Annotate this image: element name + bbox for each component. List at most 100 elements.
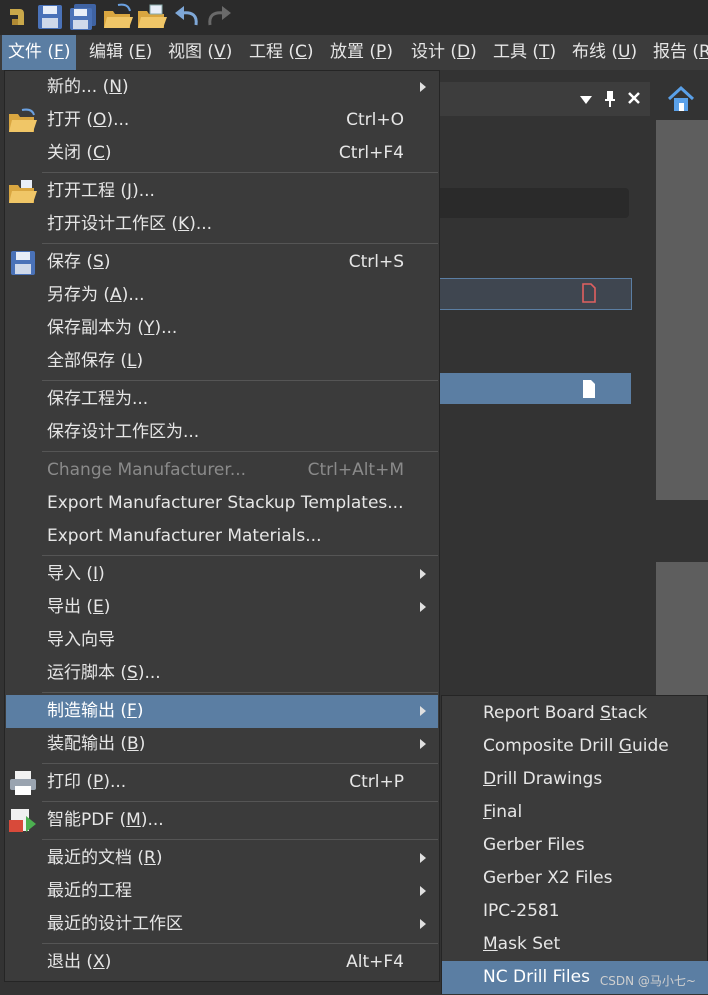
menu-item-label: 最近的工程: [47, 881, 132, 901]
fabrication-submenu-item-1[interactable]: Composite Drill Guide: [442, 730, 708, 763]
file-menu-item-l-8[interactable]: 全部保存 (L): [6, 345, 438, 378]
file-menu-item-f-18[interactable]: 制造输出 (F): [6, 695, 438, 728]
file-menu-item-a-6[interactable]: 另存为 (A)...: [6, 279, 438, 312]
file-menu-item-10[interactable]: 保存设计工作区为...: [6, 416, 438, 449]
close-icon[interactable]: [627, 91, 641, 105]
fabrication-submenu-item-5[interactable]: Gerber X2 Files: [442, 862, 708, 895]
file-menu-item-r-22[interactable]: 最近的文档 (R): [6, 842, 438, 875]
file-menu-item-k-4[interactable]: 打开设计工作区 (K)...: [6, 208, 438, 241]
file-menu-item-y-7[interactable]: 保存副本为 (Y)...: [6, 312, 438, 345]
file-menu-item-9[interactable]: 保存工程为...: [6, 383, 438, 416]
menu-item-shortcut: Ctrl+P: [349, 772, 404, 792]
menu-route[interactable]: 布线 (U): [566, 35, 643, 70]
menu-item-label: Change Manufacturer...: [47, 460, 247, 480]
menu-separator: [42, 243, 438, 244]
file-menu-item-o-1[interactable]: 打开 (O)... Ctrl+O: [6, 104, 438, 137]
submenu-arrow-icon: [420, 886, 426, 896]
right-panel-top: [656, 120, 708, 500]
submenu-item-label: IPC-2581: [483, 901, 560, 921]
menu-item-label: 新的... (N): [47, 77, 129, 97]
menu-item-label: 导入向导: [47, 630, 115, 650]
menu-item-label: 保存 (S): [47, 252, 111, 272]
submenu-item-label: Mask Set: [483, 934, 561, 954]
app-logo-icon[interactable]: [6, 3, 28, 31]
watermark: CSDN @马小七~: [599, 974, 696, 988]
menu-item-label: 最近的文档 (R): [47, 848, 163, 868]
fabrication-outputs-submenu: Report Board Stack Composite Drill Guide D…: [441, 695, 708, 994]
menu-edit[interactable]: 编辑 (E): [83, 35, 158, 70]
file-menu-item-i-14[interactable]: 导入 (I): [6, 558, 438, 591]
submenu-item-label: NC Drill Files: [483, 967, 590, 987]
file-menu-item-e-15[interactable]: 导出 (E): [6, 591, 438, 624]
menu-design[interactable]: 设计 (D): [405, 35, 483, 70]
menu-item-label: 运行脚本 (S)...: [47, 663, 161, 683]
menu-file[interactable]: 文件 (F): [2, 35, 77, 70]
fabrication-submenu-item-3[interactable]: Final: [442, 796, 708, 829]
smart-pdf-icon: [9, 809, 36, 832]
open-folder-icon[interactable]: [102, 3, 134, 31]
file-menu-item-23[interactable]: 最近的工程: [6, 875, 438, 908]
file-menu-item-11: Change Manufacturer... Ctrl+Alt+M: [6, 454, 438, 487]
file-row-red: [436, 278, 632, 310]
menu-separator: [42, 943, 438, 944]
toolbar: [0, 0, 708, 35]
file-menu-item-p-20[interactable]: 打印 (P)... Ctrl+P: [6, 766, 438, 799]
submenu-arrow-icon: [420, 569, 426, 579]
file-menu-item-24[interactable]: 最近的设计工作区: [6, 908, 438, 941]
file-menu-item-s-17[interactable]: 运行脚本 (S)...: [6, 657, 438, 690]
file-menu-item-16[interactable]: 导入向导: [6, 624, 438, 657]
redo-icon[interactable]: [204, 3, 234, 31]
file-menu-item-c-2[interactable]: 关闭 (C) Ctrl+F4: [6, 137, 438, 170]
menu-item-label: 保存副本为 (Y)...: [47, 318, 178, 338]
menu-separator: [42, 763, 438, 764]
file-menu-item-n-0[interactable]: 新的... (N): [6, 71, 438, 104]
submenu-arrow-icon: [420, 919, 426, 929]
submenu-item-label: Drill Drawings: [483, 769, 603, 789]
fabrication-submenu-item-0[interactable]: Report Board Stack: [442, 697, 708, 730]
submenu-item-label: Gerber X2 Files: [483, 868, 613, 888]
menu-reports[interactable]: 报告 (R: [647, 35, 708, 70]
open-folder-icon: [9, 108, 37, 132]
save-all-icon[interactable]: [68, 3, 98, 31]
fabrication-submenu-item-6[interactable]: IPC-2581: [442, 895, 708, 928]
panel-dropdown-icon[interactable]: [579, 94, 593, 106]
menubar: 文件 (F) 编辑 (E) 视图 (V) 工程 (C) 放置 (P) 设计 (D…: [0, 35, 708, 71]
menu-item-label: 全部保存 (L): [47, 351, 144, 371]
menu-tools[interactable]: 工具 (T): [487, 35, 562, 70]
open-project-icon[interactable]: [136, 3, 168, 31]
undo-icon[interactable]: [172, 3, 202, 31]
file-menu-item-j-3[interactable]: 打开工程 (J)...: [6, 175, 438, 208]
menu-view[interactable]: 视图 (V): [162, 35, 238, 70]
menu-separator: [42, 380, 438, 381]
search-field-background: [436, 188, 629, 218]
menu-separator: [42, 555, 438, 556]
fabrication-submenu-item-2[interactable]: Drill Drawings: [442, 763, 708, 796]
file-menu-item-13[interactable]: Export Manufacturer Materials...: [6, 520, 438, 553]
file-menu-item-12[interactable]: Export Manufacturer Stackup Templates...: [6, 487, 438, 520]
menu-item-label: 装配输出 (B): [47, 734, 146, 754]
menu-separator: [42, 692, 438, 693]
save-icon[interactable]: [36, 3, 64, 31]
menu-item-label: 打印 (P)...: [47, 772, 127, 792]
pin-icon[interactable]: [603, 90, 617, 108]
file-menu-item-x-25[interactable]: 退出 (X) Alt+F4: [6, 946, 438, 979]
menu-project[interactable]: 工程 (C): [243, 35, 320, 70]
menu-separator: [42, 839, 438, 840]
document-icon-red: [582, 283, 596, 303]
file-menu-item-m-21[interactable]: 智能PDF (M)...: [6, 804, 438, 837]
menu-item-label: 制造输出 (F): [47, 701, 144, 721]
menu-item-label: 最近的设计工作区: [47, 914, 183, 934]
menu-item-label: 打开设计工作区 (K)...: [47, 214, 213, 234]
file-menu-item-s-5[interactable]: 保存 (S) Ctrl+S: [6, 246, 438, 279]
menu-item-label: Export Manufacturer Stackup Templates...: [47, 493, 404, 513]
menu-item-label: 导入 (I): [47, 564, 105, 584]
file-menu-item-b-19[interactable]: 装配输出 (B): [6, 728, 438, 761]
menu-item-label: 智能PDF (M)...: [47, 810, 164, 830]
fabrication-submenu-item-4[interactable]: Gerber Files: [442, 829, 708, 862]
fabrication-submenu-item-7[interactable]: Mask Set: [442, 928, 708, 961]
menu-item-label: 打开 (O)...: [47, 110, 130, 130]
home-icon[interactable]: [666, 84, 696, 114]
menu-item-label: 导出 (E): [47, 597, 111, 617]
submenu-item-label: Composite Drill Guide: [483, 736, 669, 756]
menu-place[interactable]: 放置 (P): [324, 35, 399, 70]
